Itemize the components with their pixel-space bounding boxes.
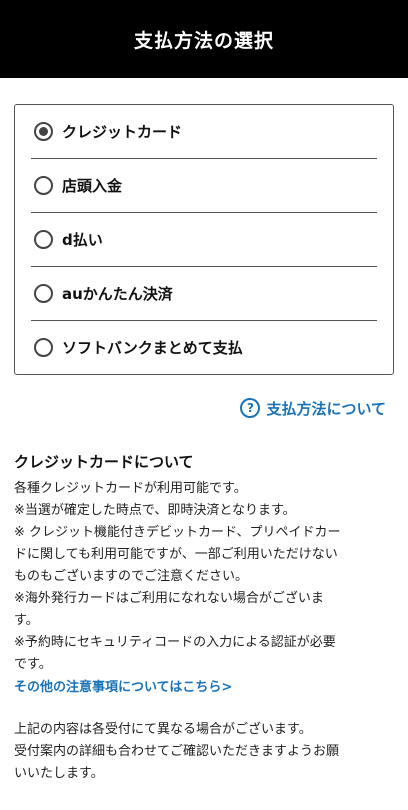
page-title: 支払方法の選択 (133, 29, 274, 52)
payment-method-list: クレジットカード 店頭入金 d払い auかんたん決済 ソフトバンクまとめて支払 (14, 104, 394, 375)
info-line: す。 (14, 613, 39, 628)
method-label: d払い (62, 231, 103, 249)
more-notes-link[interactable]: その他の注意事項についてはこちら> (14, 677, 232, 699)
method-label: クレジットカード (62, 123, 183, 141)
info-line: ※海外発行カードはご利用になれない場合がございま (14, 591, 324, 606)
radio-icon[interactable] (34, 338, 53, 357)
method-softbank[interactable]: ソフトバンクまとめて支払 (31, 321, 377, 374)
radio-selected-icon[interactable] (34, 122, 53, 141)
page-header: 支払方法の選択 (0, 0, 408, 78)
notice-line: いいたします。 (14, 766, 104, 781)
radio-dot-icon (39, 127, 48, 136)
info-line: ※当選が確定した時点で、即時決済となります。 (14, 503, 296, 518)
help-row: ? 支払方法について (0, 397, 386, 419)
method-credit-card[interactable]: クレジットカード (31, 105, 377, 159)
payment-help-link[interactable]: 支払方法について (266, 398, 386, 419)
notice: 上記の内容は各受付にて異なる場合がございます。 受付案内の詳細も合わせてご確認い… (14, 719, 394, 785)
method-label: ソフトバンクまとめて支払 (62, 339, 243, 357)
info-line: ものもございますのでご注意ください。 (14, 569, 249, 584)
method-store-payment[interactable]: 店頭入金 (31, 159, 377, 213)
credit-card-info: クレジットカードについて 各種クレジットカードが利用可能です。 ※当選が確定した… (14, 451, 394, 785)
info-line: ※予約時にセキュリティコードの入力による認証が必要 (14, 635, 336, 650)
notice-line: 上記の内容は各受付にて異なる場合がございます。 (14, 722, 312, 737)
method-d-barai[interactable]: d払い (31, 213, 377, 267)
radio-icon[interactable] (34, 176, 53, 195)
question-circle-icon[interactable]: ? (240, 398, 261, 418)
info-line: です。 (14, 657, 52, 672)
radio-icon[interactable] (34, 230, 53, 249)
notice-line: 受付案内の詳細も合わせてご確認いただきますようお願 (14, 744, 340, 759)
method-label: auかんたん決済 (62, 285, 173, 303)
method-label: 店頭入金 (62, 177, 123, 195)
radio-icon[interactable] (34, 284, 53, 303)
info-line: ドに関しても利用可能ですが、一部ご利用いただけない (14, 547, 338, 562)
info-title: クレジットカードについて (14, 453, 194, 471)
info-line: 各種クレジットカードが利用可能です。 (14, 481, 247, 496)
info-line: ※ クレジット機能付きデビットカード、プリペイドカー (14, 525, 341, 540)
method-au-kantan[interactable]: auかんたん決済 (31, 267, 377, 321)
